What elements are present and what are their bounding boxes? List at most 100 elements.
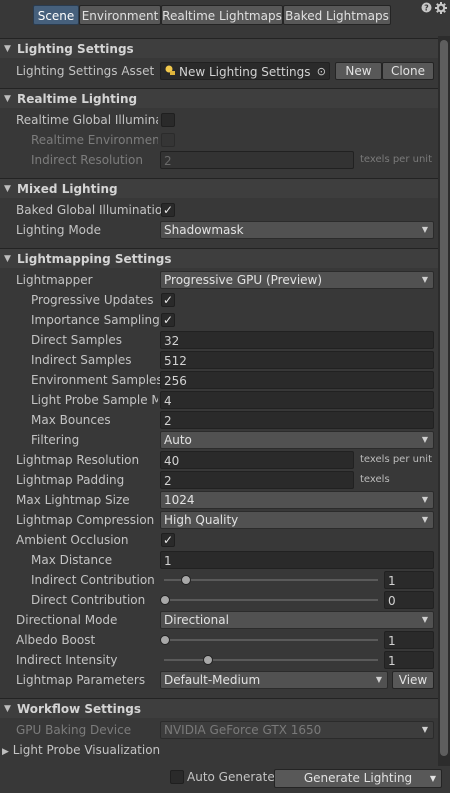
directional-mode-dropdown[interactable]: Directional ▼	[160, 611, 434, 629]
lightmap-padding-label: Lightmap Padding	[16, 473, 125, 487]
direct-samples-field[interactable]: 32	[160, 331, 434, 349]
asset-label: Lighting Settings Asset	[16, 64, 155, 78]
direct-contribution-slider[interactable]	[164, 599, 378, 601]
indirect-intensity-slider[interactable]	[164, 659, 378, 661]
realtime-gi-checkbox[interactable]	[161, 113, 175, 127]
section-workflow-settings[interactable]: ▼ Workflow Settings	[0, 698, 438, 718]
lighting-asset-icon	[164, 63, 176, 81]
indirect-intensity-knob[interactable]	[202, 655, 213, 665]
gear-icon[interactable]	[435, 2, 447, 17]
light-probe-multiplier-field[interactable]: 4	[160, 391, 434, 409]
expand-triangle-icon: ▼	[4, 94, 11, 104]
indirect-contribution-knob[interactable]	[181, 575, 192, 585]
lightmapper-value: Progressive GPU (Preview)	[164, 273, 323, 287]
expand-triangle-icon: ▼	[4, 44, 11, 54]
lightmap-padding-unit: texels	[360, 474, 390, 485]
importance-sampling-checkbox[interactable]: ✓	[161, 313, 175, 327]
direct-contribution-knob[interactable]	[160, 595, 170, 605]
section-lightmapping-settings[interactable]: ▼ Lightmapping Settings	[0, 248, 438, 268]
filtering-value: Auto	[164, 433, 192, 447]
lightmap-parameters-value: Default-Medium	[164, 673, 261, 687]
indirect-intensity-field[interactable]: 1	[384, 651, 434, 669]
max-distance-label: Max Distance	[31, 553, 113, 567]
generate-lighting-button[interactable]: Generate Lighting ▼	[274, 769, 442, 788]
direct-contribution-field[interactable]: 0	[384, 591, 434, 609]
tab-bar: Scene Environment Realtime Lightmaps Bak…	[0, 0, 450, 30]
dropdown-arrow-icon: ▼	[421, 615, 428, 624]
new-button[interactable]: New	[335, 62, 382, 80]
tab-environment[interactable]: Environment	[79, 5, 161, 25]
lighting-mode-label: Lighting Mode	[16, 223, 102, 237]
lightmapper-dropdown[interactable]: Progressive GPU (Preview) ▼	[160, 271, 434, 289]
vertical-scrollbar[interactable]	[438, 36, 450, 766]
filtering-label: Filtering	[31, 433, 80, 447]
indirect-contribution-field[interactable]: 1	[384, 571, 434, 589]
ambient-occlusion-label: Ambient Occlusion	[16, 533, 129, 547]
indirect-resolution-field: 2	[160, 151, 354, 169]
lightmapper-label: Lightmapper	[16, 273, 93, 287]
dropdown-arrow-icon: ▼	[429, 774, 436, 783]
baked-gi-label: Baked Global Illumination	[16, 203, 170, 217]
footer-bar: Auto Generate Generate Lighting ▼	[0, 766, 450, 793]
progressive-updates-checkbox[interactable]: ✓	[161, 293, 175, 307]
auto-generate-checkbox[interactable]	[170, 770, 184, 784]
dropdown-arrow-icon: ▼	[421, 495, 428, 504]
section-realtime-lighting[interactable]: ▼ Realtime Lighting	[0, 88, 438, 108]
realtime-env-checkbox	[161, 133, 175, 147]
clone-button[interactable]: Clone	[382, 62, 434, 80]
progressive-updates-label: Progressive Updates	[31, 293, 154, 307]
max-lightmap-size-dropdown[interactable]: 1024 ▼	[160, 491, 434, 509]
filtering-dropdown[interactable]: Auto ▼	[160, 431, 434, 449]
svg-text:?: ?	[424, 4, 429, 13]
light-probe-visualization-foldout[interactable]: ▶ Light Probe Visualization	[2, 741, 202, 759]
section-title: Realtime Lighting	[17, 92, 138, 106]
lightmap-padding-field[interactable]: 2	[160, 471, 354, 489]
asset-value: New Lighting Settings	[179, 65, 311, 79]
lightmap-compression-dropdown[interactable]: High Quality ▼	[160, 511, 434, 529]
expand-triangle-icon: ▼	[4, 704, 11, 714]
max-distance-field[interactable]: 1	[160, 551, 434, 569]
baked-gi-checkbox[interactable]: ✓	[161, 203, 175, 217]
indirect-samples-field[interactable]: 512	[160, 351, 434, 369]
lightmap-parameters-dropdown[interactable]: Default-Medium ▼	[160, 671, 388, 689]
lightmap-resolution-label: Lightmap Resolution	[16, 453, 140, 467]
environment-samples-field[interactable]: 256	[160, 371, 434, 389]
albedo-boost-field[interactable]: 1	[384, 631, 434, 649]
tab-baked-lightmaps[interactable]: Baked Lightmaps	[283, 5, 391, 25]
collapsed-triangle-icon: ▶	[2, 747, 9, 757]
max-lightmap-size-label: Max Lightmap Size	[16, 493, 130, 507]
lightmap-resolution-field[interactable]: 40	[160, 451, 354, 469]
object-picker-icon[interactable]: ⊙	[317, 63, 326, 81]
tab-scene[interactable]: Scene	[33, 5, 79, 25]
ambient-occlusion-checkbox[interactable]: ✓	[161, 533, 175, 547]
help-icon[interactable]: ?	[421, 2, 432, 16]
gpu-baking-device-label: GPU Baking Device	[16, 723, 132, 737]
max-lightmap-size-value: 1024	[164, 493, 195, 507]
section-mixed-lighting[interactable]: ▼ Mixed Lighting	[0, 178, 438, 198]
dropdown-arrow-icon: ▼	[421, 275, 428, 284]
indirect-contribution-slider[interactable]	[164, 579, 378, 581]
lighting-mode-value: Shadowmask	[164, 223, 244, 237]
dropdown-arrow-icon: ▼	[421, 225, 428, 234]
section-lighting-settings[interactable]: ▼ Lighting Settings	[0, 38, 438, 58]
expand-triangle-icon: ▼	[4, 184, 11, 194]
section-title: Lightmapping Settings	[17, 252, 172, 266]
dropdown-arrow-icon: ▼	[421, 725, 428, 734]
expand-triangle-icon: ▼	[4, 254, 11, 264]
directional-mode-label: Directional Mode	[16, 613, 118, 627]
section-title: Workflow Settings	[17, 702, 141, 716]
light-probe-multiplier-label: Light Probe Sample Mu	[31, 393, 158, 407]
albedo-boost-knob[interactable]	[160, 635, 170, 645]
tab-realtime-lightmaps[interactable]: Realtime Lightmaps	[161, 5, 283, 25]
max-bounces-field[interactable]: 2	[160, 411, 434, 429]
light-probe-visualization-label: Light Probe Visualization	[12, 743, 161, 757]
importance-sampling-label: Importance Sampling	[31, 313, 160, 327]
gpu-baking-device-value: NVIDIA GeForce GTX 1650	[164, 723, 322, 737]
lighting-asset-field[interactable]: New Lighting Settings ⊙	[160, 62, 330, 80]
lighting-mode-dropdown[interactable]: Shadowmask ▼	[160, 221, 434, 239]
albedo-boost-label: Albedo Boost	[16, 633, 96, 647]
lightmap-compression-value: High Quality	[164, 513, 239, 527]
view-button[interactable]: View	[392, 671, 434, 689]
scrollbar-thumb[interactable]	[440, 40, 448, 756]
albedo-boost-slider[interactable]	[164, 639, 378, 641]
